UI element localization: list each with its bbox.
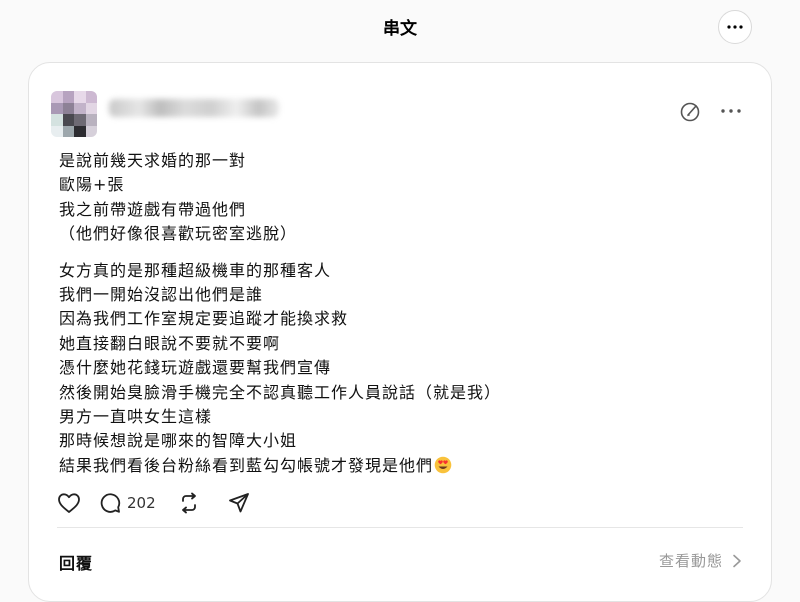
heart-icon (58, 493, 80, 513)
post-line: 我們一開始沒認出他們是誰 (59, 285, 264, 305)
post-line: 然後開始臭臉滑手機完全不認真聽工作人員說話（就是我） (59, 382, 502, 402)
post-line: 歐陽+張 (59, 175, 125, 195)
ellipsis-icon (727, 25, 743, 29)
post-line-text: 結果我們看後台粉絲看到藍勾勾帳號才發現是他們 (59, 455, 434, 475)
chevron-right-icon (733, 554, 741, 567)
view-activity-label: 查看動態 (658, 552, 723, 570)
post-card: 是說前幾天求婚的那一對 歐陽+張 我之前帶遊戲有帶過他們 （他們好像很喜歡玩密室… (28, 62, 772, 602)
comment-button[interactable]: 202 (99, 492, 156, 514)
top-bar: 串文 (0, 0, 800, 52)
send-icon (228, 493, 249, 513)
post-line: 女方真的是那種超級機車的那種客人 (59, 260, 332, 280)
post-line-last: 結果我們看後台粉絲看到藍勾勾帳號才發現是他們 (59, 454, 739, 478)
post-line: 憑什麼她花錢玩遊戲還要幫我們宣傳 (59, 358, 332, 378)
post-paragraph: 女方真的是那種超級機車的那種客人 我們一開始沒認出他們是誰 因為我們工作室規定要… (59, 259, 739, 479)
post-actions: 202 (57, 491, 250, 515)
edit-icon[interactable] (679, 101, 701, 123)
comment-icon (100, 493, 121, 513)
reply-count: 202 (127, 494, 156, 512)
view-activity-link[interactable]: 查看動態 (659, 550, 743, 571)
like-button[interactable] (57, 492, 81, 514)
divider (57, 527, 743, 528)
post-line: 因為我們工作室規定要追蹤才能換求救 (59, 309, 349, 329)
repost-icon (181, 492, 196, 514)
share-button[interactable] (228, 492, 250, 514)
avatar[interactable] (51, 91, 97, 137)
post-line: （他們好像很喜歡玩密室逃脫） (59, 224, 298, 244)
repost-button[interactable] (178, 492, 200, 514)
replies-label: 回覆 (59, 554, 94, 573)
post-paragraph: 是說前幾天求婚的那一對 歐陽+張 我之前帶遊戲有帶過他們 （他們好像很喜歡玩密室… (59, 149, 739, 247)
more-options-icon[interactable] (721, 109, 741, 113)
post-text: 是說前幾天求婚的那一對 歐陽+張 我之前帶遊戲有帶過他們 （他們好像很喜歡玩密室… (59, 149, 739, 478)
post-line: 男方一直哄女生這樣 (59, 407, 213, 427)
post-line: 是說前幾天求婚的那一對 (59, 151, 247, 170)
page-title: 串文 (383, 19, 417, 39)
post-line: 我之前帶遊戲有帶過他們 (59, 199, 247, 219)
username-blurred[interactable] (109, 99, 279, 117)
heart-eyes-emoji-icon (434, 456, 452, 474)
header-more-button[interactable] (718, 10, 752, 44)
post-line: 那時候想說是哪來的智障大小姐 (59, 431, 298, 451)
post-line: 她直接翻白眼說不要就不要啊 (59, 333, 281, 353)
